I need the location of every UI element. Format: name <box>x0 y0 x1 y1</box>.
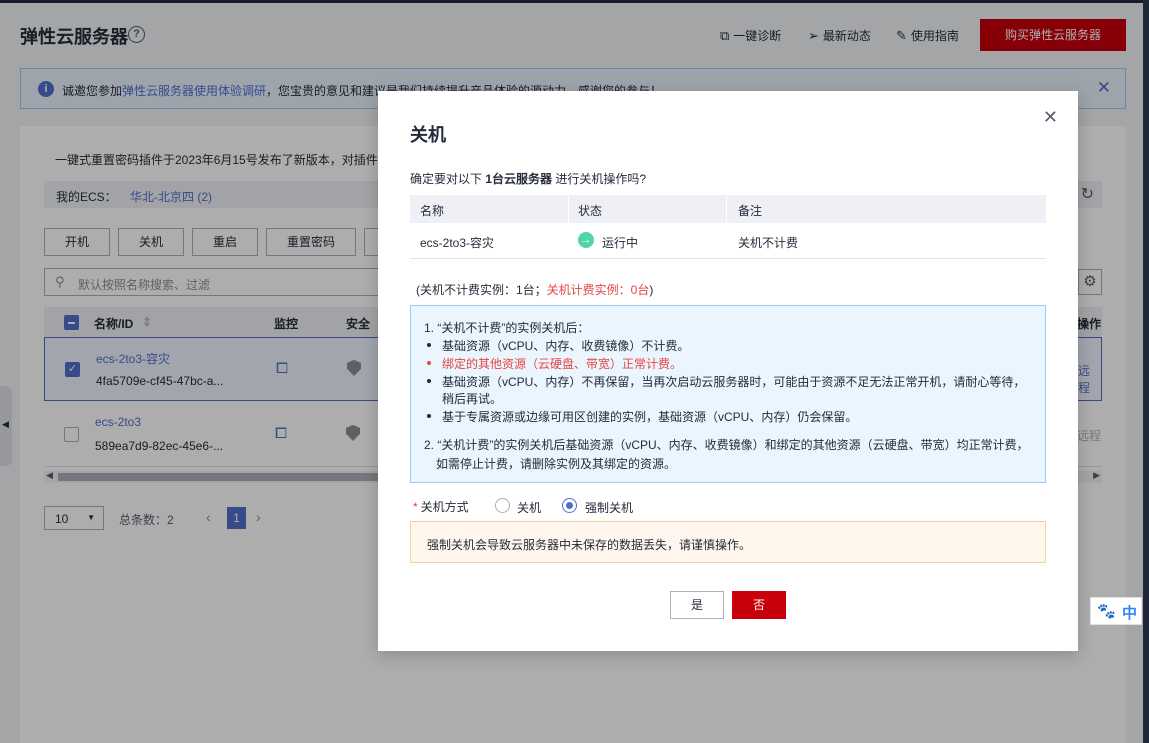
info-p2-line1: 2. “关机计费”的实例关机后基础资源（vCPU、内存、收费镜像）和绑定的其他资… <box>424 438 1029 452</box>
radio-normal-shutdown[interactable] <box>495 498 510 513</box>
info-bullet: 基础资源（vCPU、内存）不再保留，当再次启动云服务器时，可能由于资源不足无法正… <box>442 375 1026 389</box>
bullet-dot <box>427 414 431 418</box>
running-icon: → <box>578 232 594 248</box>
bullet-dot <box>427 361 431 365</box>
billing-info-box: 1. “关机不计费”的实例关机后： 基础资源（vCPU、内存、收费镜像）不计费。… <box>410 305 1046 483</box>
info-bullet: 基础资源（vCPU、内存、收费镜像）不计费。 <box>442 339 690 353</box>
server-note: 关机不计费 <box>738 236 799 250</box>
question-suffix: 进行关机操作吗? <box>552 172 647 186</box>
col-divider <box>726 195 727 223</box>
info-p2-line2: 如需停止计费，请删除实例及其绑定的资源。 <box>436 457 677 471</box>
mode-label: 关机方式 <box>420 500 469 514</box>
count-suffix: ) <box>649 283 654 297</box>
dialog-table-header: 名称 状态 备注 <box>410 195 1046 223</box>
col-name: 名称 <box>420 204 445 218</box>
count-billed: 关机计费实例：0台 <box>546 283 650 297</box>
count-prefix: (关机不计费实例：1台； <box>416 283 547 297</box>
radio-force-label[interactable]: 强制关机 <box>585 499 633 516</box>
no-button[interactable]: 否 <box>732 591 786 619</box>
force-warning: 强制关机会导致云服务器中未保存的数据丢失，请谨慎操作。 <box>410 521 1046 563</box>
shutdown-dialog: ✕ 关机 确定要对以下 1台云服务器 进行关机操作吗? 名称 状态 备注 ecs… <box>378 91 1078 651</box>
radio-normal-label[interactable]: 关机 <box>517 499 541 516</box>
col-note: 备注 <box>738 204 763 218</box>
info-bullet: 绑定的其他资源（云硬盘、带宽）正常计费。 <box>442 357 683 371</box>
paw-icon: 🐾 <box>1097 603 1116 620</box>
question-prefix: 确定要对以下 <box>410 172 486 186</box>
info-bullet-cont: 稍后再试。 <box>442 392 503 406</box>
instance-count: (关机不计费实例：1台；关机计费实例：0台) <box>416 281 653 298</box>
required-mark: * <box>413 500 418 514</box>
ime-indicator[interactable]: 🐾 中 <box>1090 597 1142 625</box>
bullet-dot <box>427 343 431 347</box>
warning-text: 强制关机会导致云服务器中未保存的数据丢失，请谨慎操作。 <box>427 538 752 552</box>
dialog-title: 关机 <box>410 125 446 145</box>
bullet-dot <box>427 379 431 383</box>
col-status: 状态 <box>578 204 603 218</box>
yes-button[interactable]: 是 <box>670 591 724 619</box>
server-name: ecs-2to3-容灾 <box>420 236 495 250</box>
confirm-question: 确定要对以下 1台云服务器 进行关机操作吗? <box>410 170 646 187</box>
info-p1-title: 1. “关机不计费”的实例关机后： <box>424 321 590 335</box>
ime-lang: 中 <box>1122 605 1138 622</box>
col-divider <box>568 195 569 223</box>
info-bullet: 基于专属资源或边缘可用区创建的实例，基础资源（vCPU、内存）仍会保留。 <box>442 410 858 424</box>
server-status: 运行中 <box>602 236 639 250</box>
question-count: 1台云服务器 <box>485 172 553 186</box>
dialog-table-row: ecs-2to3-容灾 → 运行中 关机不计费 <box>410 223 1046 259</box>
close-icon[interactable]: ✕ <box>1043 107 1058 128</box>
shutdown-mode-label: * 关机方式 <box>413 498 469 515</box>
radio-force-shutdown[interactable] <box>562 498 577 513</box>
